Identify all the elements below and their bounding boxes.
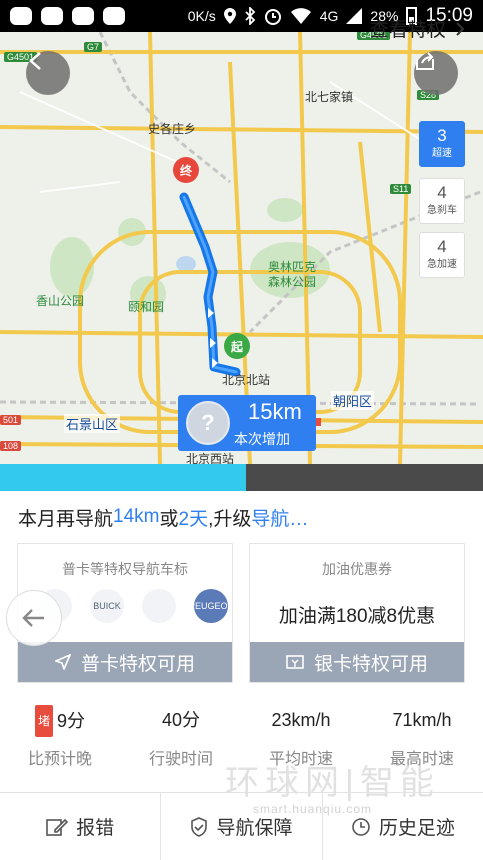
- promo-text: 本月再导航: [18, 508, 114, 530]
- road-shield: 108: [0, 441, 22, 451]
- map-label: 朝阳区: [331, 391, 375, 410]
- floating-back-button[interactable]: [6, 590, 62, 646]
- map-label: 森林公园: [268, 275, 317, 289]
- start-pin: 起: [224, 333, 250, 359]
- coupon-icon: [286, 655, 304, 669]
- edit-icon: [46, 818, 69, 836]
- bluetooth-icon: [245, 7, 256, 25]
- distance-added-box: ? 15km 本次增加: [178, 395, 316, 451]
- bottom-bar: 报错 导航保障 历史足迹: [0, 792, 483, 860]
- back-button[interactable]: [26, 51, 70, 95]
- common-card-privilege-button[interactable]: 普卡特权可用: [18, 642, 232, 682]
- buick-logo-icon: BUICK: [90, 589, 124, 623]
- promo-highlight: 导航…: [251, 508, 309, 530]
- map-label: 香山公园: [36, 294, 85, 308]
- promo-highlight: 2天: [178, 508, 209, 530]
- avatar: ?: [186, 401, 230, 445]
- share-button[interactable]: [414, 51, 458, 95]
- clock-icon: [352, 817, 370, 836]
- map-label: 北京西站: [186, 452, 235, 464]
- end-pin: 终: [173, 157, 199, 183]
- wechat-icon: [41, 7, 63, 25]
- route-map[interactable]: G4501 G7 G4501 S28 S11 501 108 北七家镇 史各庄乡…: [0, 32, 483, 464]
- message-icon: [10, 7, 32, 25]
- location-icon: [223, 8, 236, 24]
- map-label: 北七家镇: [305, 90, 354, 104]
- coupon-text: 加油满180减8优惠: [278, 606, 436, 627]
- wechat-icon: [72, 7, 94, 25]
- wifi-icon: [290, 8, 311, 24]
- road-shield: S11: [390, 184, 412, 194]
- map-label: 石景山区: [64, 414, 121, 433]
- map-label: 颐和园: [128, 300, 165, 314]
- distance-added-label: 本次增加: [234, 431, 290, 447]
- upgrade-promo: 本月再导航 14km 或 2天 ,升级 导航…: [0, 491, 483, 543]
- hard-brake-stat[interactable]: 4 急刹车: [419, 178, 465, 224]
- report-error-button[interactable]: 报错: [0, 793, 162, 860]
- promo-highlight: 14km: [113, 506, 160, 527]
- peugeot-logo-icon: PEUGEOT: [189, 589, 233, 623]
- map-label: 北京北站: [222, 373, 271, 387]
- signal-icon: [346, 8, 363, 24]
- level-progress-bar: [0, 464, 483, 491]
- map-label: 史各庄乡: [148, 122, 197, 136]
- hard-accel-stat[interactable]: 4 急加速: [419, 232, 465, 278]
- chevron-right-icon: [456, 22, 465, 36]
- alarm-icon: [264, 9, 281, 25]
- share-icon: [416, 52, 434, 70]
- card-title: 普卡等特权导航车标: [62, 561, 188, 577]
- road-shield: G7: [84, 42, 103, 52]
- star-logo-icon: [142, 589, 176, 623]
- brand-logos: BUICK PEUGEOT: [38, 589, 233, 623]
- road-shield: 501: [0, 415, 22, 425]
- fuel-coupon-card[interactable]: 加油优惠券 加油满180减8优惠 银卡特权可用: [249, 543, 465, 683]
- distance-added-value: 15km: [248, 399, 302, 424]
- navigation-arrow-icon: [54, 654, 71, 670]
- arrow-left-icon: [29, 52, 41, 70]
- promo-text: ,升级: [208, 508, 252, 530]
- view-privileges-link[interactable]: 查看特权: [370, 15, 465, 42]
- drive-time-stat: 40分 行驶时间: [148, 710, 213, 768]
- wechat-icon: [103, 7, 125, 25]
- arrow-left-icon: [22, 609, 44, 627]
- history-footprint-button[interactable]: 历史足迹: [323, 793, 483, 860]
- level-progress-fill: [0, 464, 247, 491]
- network-speed: 0K/s: [187, 8, 216, 24]
- card-title: 加油优惠券: [322, 561, 392, 577]
- promo-text: 或: [159, 508, 179, 530]
- silver-card-privilege-button[interactable]: 银卡特权可用: [250, 642, 464, 682]
- navigation-guarantee-button[interactable]: 导航保障: [161, 793, 323, 860]
- shield-check-icon: [191, 816, 208, 837]
- signal-type: 4G: [319, 8, 339, 24]
- overspeed-stat[interactable]: 3 超速: [419, 121, 465, 167]
- jam-badge: 堵: [34, 705, 53, 737]
- delay-stat: 堵 9分 比预计晚: [0, 705, 120, 769]
